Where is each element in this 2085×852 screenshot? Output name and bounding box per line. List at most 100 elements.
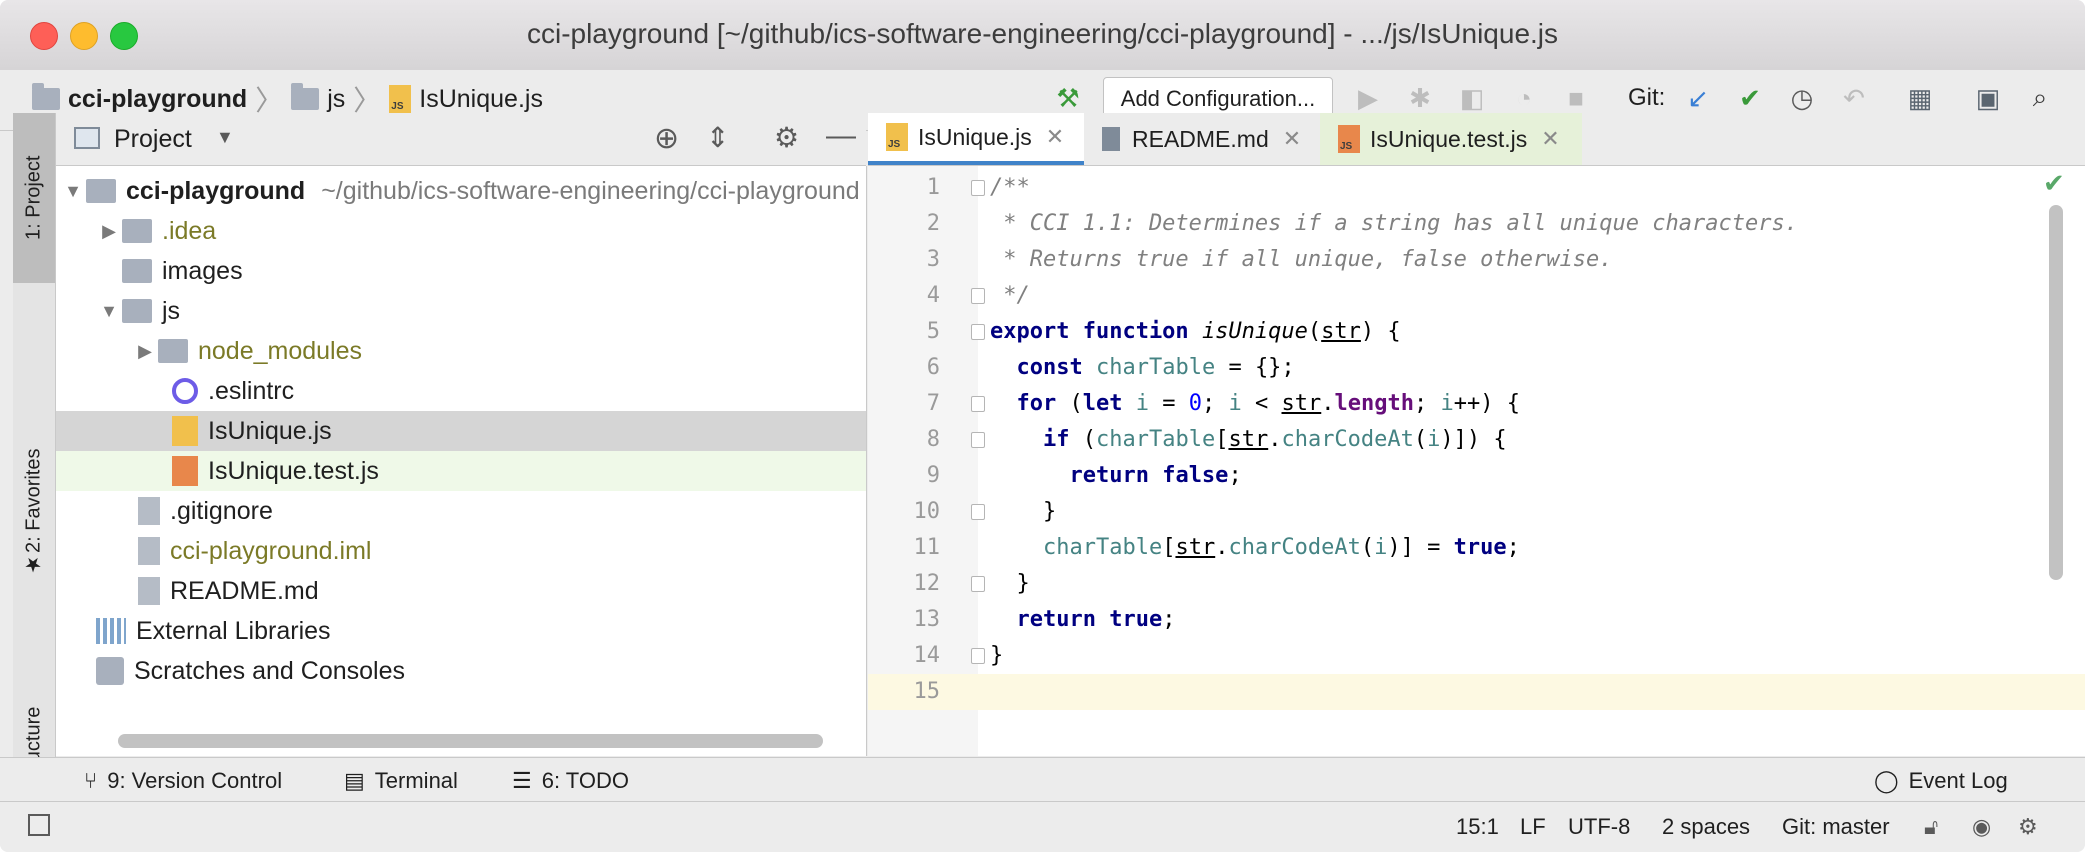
js-file-icon	[172, 416, 198, 446]
code-line[interactable]: 1/**	[868, 170, 2085, 206]
gear-icon[interactable]: ⚙	[774, 121, 799, 154]
line-number: 1	[926, 175, 940, 200]
line-number: 15	[913, 679, 941, 704]
expanded-arrow-icon[interactable]: ▼	[96, 301, 122, 322]
close-icon[interactable]: ✕	[1283, 126, 1301, 152]
stop-icon[interactable]: ■	[1556, 78, 1596, 118]
code-line[interactable]: 10 }	[868, 494, 2085, 530]
code-line[interactable]: 6 const charTable = {};	[868, 350, 2085, 386]
tree-item-node-modules[interactable]: ▶ node_modules	[56, 331, 866, 371]
tree-item-gitignore[interactable]: .gitignore	[56, 491, 866, 531]
hide-panel-icon[interactable]: —	[826, 119, 856, 153]
indent-setting[interactable]: 2 spaces	[1662, 814, 1750, 840]
git-history-icon[interactable]: ◷	[1782, 78, 1822, 118]
tab-isunique-test-js[interactable]: IsUnique.test.js ✕	[1320, 113, 1582, 165]
fold-marker-icon[interactable]	[971, 576, 985, 592]
chevron-down-icon[interactable]: ▼	[216, 127, 234, 148]
code-line-current[interactable]: 15	[868, 674, 2085, 710]
event-log-tool-button[interactable]: ◯ Event Log	[1874, 768, 2008, 794]
tree-item-isunique-test[interactable]: IsUnique.test.js	[56, 451, 866, 491]
close-icon[interactable]: ✕	[1541, 126, 1559, 152]
fold-marker-icon[interactable]	[971, 432, 985, 448]
breadcrumb-folder[interactable]: js	[327, 85, 345, 114]
expanded-arrow-icon[interactable]: ▼	[60, 181, 86, 202]
profile-icon[interactable]: ◔	[1504, 78, 1544, 118]
tree-item-scratches[interactable]: Scratches and Consoles	[56, 651, 866, 691]
project-tool-button[interactable]: 1: Project	[13, 113, 55, 283]
tree-item-label: images	[162, 256, 243, 285]
tree-item-label: IsUnique.test.js	[208, 456, 379, 485]
git-branch[interactable]: Git: master	[1782, 814, 1890, 840]
collapsed-arrow-icon[interactable]: ▶	[132, 341, 158, 362]
code-line[interactable]: 8 if (charTable[str.charCodeAt(i)]) {	[868, 422, 2085, 458]
line-separator[interactable]: LF	[1520, 814, 1546, 840]
project-structure-icon[interactable]: ▦	[1900, 78, 1940, 118]
tree-item-idea[interactable]: ▶ .idea	[56, 211, 866, 251]
fold-marker-icon[interactable]	[971, 180, 985, 196]
version-control-tool-button[interactable]: ⑂ 9: Version Control	[84, 768, 282, 794]
build-hammer-icon[interactable]: ⚒	[1048, 78, 1088, 118]
caret-position[interactable]: 15:1	[1456, 814, 1499, 840]
fold-marker-icon[interactable]	[971, 324, 985, 340]
fold-marker-icon[interactable]	[971, 288, 985, 304]
breadcrumb-file[interactable]: IsUnique.js	[419, 85, 543, 114]
search-icon[interactable]: ⌕	[2020, 78, 2060, 118]
scratches-icon	[96, 657, 124, 685]
code-line[interactable]: 9 return false;	[868, 458, 2085, 494]
tree-item-external-libraries[interactable]: External Libraries	[56, 611, 866, 651]
window-title: cci-playground [~/github/ics-software-en…	[526, 18, 1559, 49]
settings-icon[interactable]: ⚙	[2018, 814, 2038, 840]
todo-tool-button[interactable]: ☰ 6: TODO	[512, 768, 629, 794]
debug-icon[interactable]: ✱	[1400, 78, 1440, 118]
fold-marker-icon[interactable]	[971, 396, 985, 412]
tree-item-isunique[interactable]: IsUnique.js	[56, 411, 866, 451]
code-line[interactable]: 3 * Returns true if all unique, false ot…	[868, 242, 2085, 278]
tree-item-readme[interactable]: README.md	[56, 571, 866, 611]
line-number: 7	[926, 391, 940, 416]
lock-icon[interactable]: 🔓︎	[1924, 814, 1938, 840]
line-number: 12	[913, 571, 941, 596]
file-encoding[interactable]: UTF-8	[1568, 814, 1630, 840]
code-line[interactable]: 4 */	[868, 278, 2085, 314]
git-update-icon[interactable]: ↙	[1678, 78, 1718, 118]
inspection-ok-icon[interactable]: ✔	[2043, 168, 2065, 199]
module-file-icon	[138, 537, 160, 565]
tab-readme-md[interactable]: README.md ✕	[1084, 113, 1308, 165]
code-line[interactable]: 7 for (let i = 0; i < str.length; i++) {	[868, 386, 2085, 422]
code-line[interactable]: 2 * CCI 1.1: Determines if a string has …	[868, 206, 2085, 242]
code-line[interactable]: 11 charTable[str.charCodeAt(i)] = true;	[868, 530, 2085, 566]
line-number: 4	[926, 283, 940, 308]
horizontal-scrollbar[interactable]	[118, 734, 823, 748]
tree-item-label: External Libraries	[136, 616, 331, 645]
collapsed-arrow-icon[interactable]: ▶	[96, 221, 122, 242]
coverage-icon[interactable]: ◧	[1452, 78, 1492, 118]
code-line[interactable]: 13 return true;	[868, 602, 2085, 638]
tree-item-path: ~/github/ics-software-engineering/cci-pl…	[321, 176, 860, 205]
code-line[interactable]: 5 export function isUnique(str) {	[868, 314, 2085, 350]
breadcrumb-project[interactable]: cci-playground	[68, 85, 247, 114]
fold-marker-icon[interactable]	[971, 648, 985, 664]
inspector-icon[interactable]: ◉	[1972, 814, 1991, 840]
close-icon[interactable]: ✕	[1046, 124, 1064, 150]
favorites-tool-button[interactable]: ★ 2: Favorites	[13, 368, 55, 658]
git-commit-icon[interactable]: ✔	[1730, 78, 1770, 118]
git-revert-icon[interactable]: ↶	[1834, 78, 1874, 118]
code-line[interactable]: 12 }	[868, 566, 2085, 602]
code-line[interactable]: 14}	[868, 638, 2085, 674]
tree-item-js[interactable]: ▼ js	[56, 291, 866, 331]
tree-item-root[interactable]: ▼ cci-playground ~/github/ics-software-e…	[56, 171, 866, 211]
locate-file-icon[interactable]: ⊕	[654, 121, 679, 156]
code-editor[interactable]: 1/** 2 * CCI 1.1: Determines if a string…	[868, 166, 2085, 756]
project-view-title[interactable]: Project	[114, 125, 192, 154]
collapse-all-icon[interactable]: ⇕	[706, 121, 729, 154]
run-icon[interactable]: ▶	[1348, 78, 1388, 118]
terminal-tool-button[interactable]: ▤ Terminal	[344, 768, 458, 794]
presentation-icon[interactable]: ▣	[1968, 78, 2008, 118]
fold-marker-icon[interactable]	[971, 504, 985, 520]
toggle-tool-windows-icon[interactable]	[28, 814, 50, 836]
tree-item-images[interactable]: images	[56, 251, 866, 291]
tree-item-iml[interactable]: cci-playground.iml	[56, 531, 866, 571]
vertical-scrollbar[interactable]	[2049, 205, 2063, 580]
tab-isunique-js[interactable]: IsUnique.js ✕	[868, 113, 1084, 165]
tree-item-eslintrc[interactable]: .eslintrc	[56, 371, 866, 411]
